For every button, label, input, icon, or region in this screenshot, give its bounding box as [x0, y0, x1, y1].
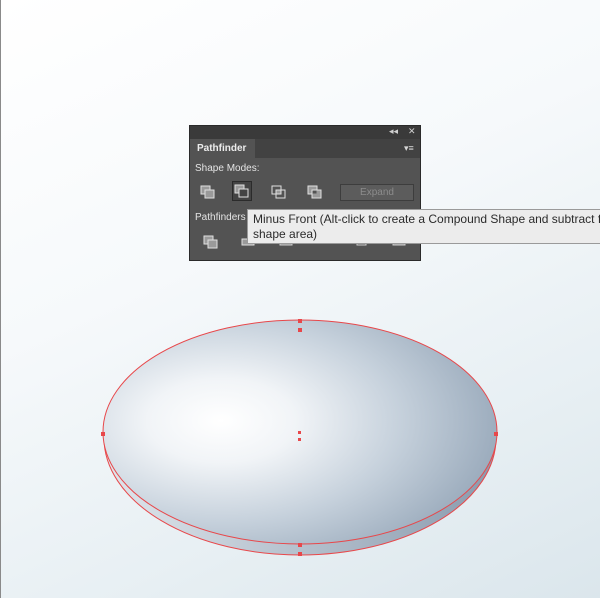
canvas-artwork: [101, 319, 498, 556]
divide-button[interactable]: [201, 232, 221, 252]
anchor-top-inner[interactable]: [298, 328, 302, 332]
unite-button[interactable]: [198, 182, 218, 202]
close-icon[interactable]: ✕: [408, 126, 416, 139]
anchor-bottom-inner[interactable]: [298, 552, 302, 556]
tooltip-line-1: Minus Front (Alt-click to create a Compo…: [253, 212, 600, 226]
anchor-right[interactable]: [494, 432, 498, 436]
panel-title-bar[interactable]: ◂◂ ✕: [190, 126, 420, 139]
unite-icon: [200, 185, 215, 199]
expand-button[interactable]: Expand: [340, 184, 414, 201]
minus-front-button[interactable]: [232, 181, 252, 201]
exclude-button[interactable]: [305, 182, 325, 202]
anchor-left[interactable]: [101, 432, 105, 436]
anchor-bottom[interactable]: [298, 543, 302, 547]
minus-front-tooltip: Minus Front (Alt-click to create a Compo…: [247, 209, 600, 244]
intersect-icon: [271, 185, 286, 199]
anchor-top[interactable]: [298, 319, 302, 323]
collapse-icon[interactable]: ◂◂: [389, 126, 398, 139]
exclude-icon: [307, 185, 322, 199]
shape-modes-label: Shape Modes:: [195, 163, 260, 174]
intersect-button[interactable]: [269, 182, 289, 202]
center-point: [298, 431, 301, 434]
center-point-2: [298, 438, 301, 441]
panel-menu-icon[interactable]: ▾≡: [404, 143, 416, 153]
tab-pathfinder[interactable]: Pathfinder: [190, 139, 256, 158]
divide-icon: [203, 235, 218, 249]
tooltip-line-2: shape area): [253, 227, 318, 241]
panel-tab-bar: Pathfinder ▾≡: [190, 139, 420, 158]
pathfinders-label: Pathfinders: [195, 212, 246, 223]
minus-front-icon: [234, 184, 249, 198]
